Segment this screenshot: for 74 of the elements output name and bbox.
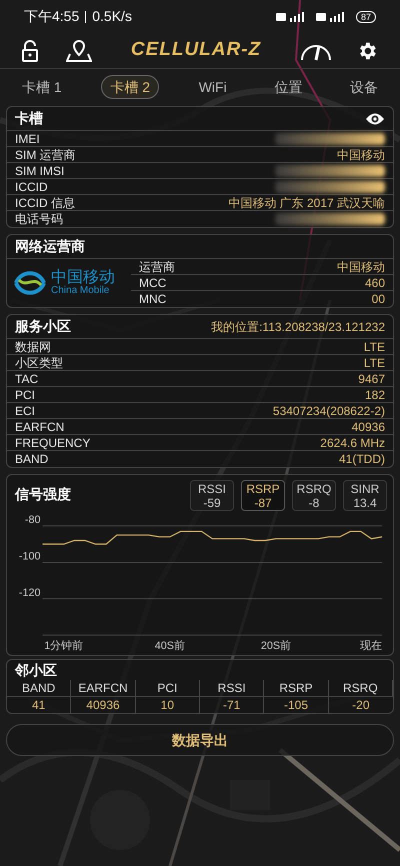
export-button[interactable]: 数据导出 — [6, 724, 394, 756]
x-tick-label: 40S前 — [154, 640, 185, 652]
table-cell: -71 — [200, 697, 264, 713]
row-label: MNC — [139, 291, 166, 307]
row-value: 9467 — [358, 370, 385, 386]
battery-indicator: 87 — [356, 10, 376, 22]
row-value: 182 — [364, 386, 385, 402]
y-tick-label: -80 — [24, 514, 41, 526]
status-time: 下午4:55 — [24, 7, 80, 26]
row-label: SIM 运营商 — [15, 146, 76, 162]
metric-tab[interactable]: RSRQ -8 — [292, 480, 336, 511]
row-label: ECI — [15, 402, 36, 418]
row-label: IMEI — [15, 130, 40, 146]
metric-tab[interactable]: RSSI -59 — [190, 480, 234, 511]
y-tick-label: -120 — [18, 586, 41, 599]
metric-tab[interactable]: RSRP -87 — [241, 480, 285, 511]
operator-logo-text: 中国移动 — [51, 270, 115, 286]
tab[interactable]: 卡槽 2 — [101, 75, 160, 99]
table-cell-text: -20 — [351, 697, 370, 713]
table-cell: 10 — [136, 697, 200, 713]
tab[interactable]: 位置 — [266, 75, 310, 99]
network-speed: 0.5K/s — [92, 7, 132, 26]
location-text: 我的位置:113.208238/23.121232 — [211, 318, 385, 336]
row-value: 53407234(208622-2) — [272, 402, 385, 418]
tab[interactable]: 设备 — [342, 75, 386, 99]
column-header: RSRQ — [328, 680, 393, 697]
row-value: 2624.6 MHz — [320, 434, 385, 450]
app-logo: CELLULAR-Z — [130, 38, 262, 62]
row-value: 中国移动 广东 2017 武汉天喻 — [228, 194, 385, 210]
x-tick-label: 1分钟前 — [44, 640, 84, 652]
table-cell: -105 — [264, 697, 329, 713]
metric-tab[interactable]: SINR 13.4 — [343, 480, 387, 511]
x-tick-label: 现在 — [360, 640, 382, 652]
lock-icon[interactable] — [22, 40, 38, 62]
row-label: MCC — [139, 274, 166, 290]
row-value: 460 — [364, 274, 385, 290]
x-tick-label: 20S前 — [260, 640, 292, 652]
y-tick-label: -100 — [18, 550, 41, 562]
row-value: 40936 — [352, 418, 385, 434]
row-value: LTE — [364, 354, 385, 370]
tab[interactable]: WiFi — [190, 75, 235, 99]
table-cell: 40936 — [71, 697, 136, 713]
row-value: LTE — [364, 338, 385, 354]
row-label: 电话号码 — [15, 211, 63, 227]
card-title: 服务小区 — [15, 317, 71, 336]
tab[interactable]: 卡槽 1 — [14, 75, 70, 99]
card-title: 邻小区 — [15, 660, 57, 680]
column-header: EARFCN — [71, 680, 136, 697]
row-value: 00 — [372, 291, 385, 307]
card-title: 卡槽 — [15, 109, 43, 128]
row-label: 运营商 — [139, 258, 175, 274]
row-label: EARFCN — [15, 418, 64, 434]
column-header: BAND — [7, 680, 72, 697]
row-value: 中国移动 — [337, 258, 385, 274]
row-label: TAC — [15, 370, 38, 386]
eye-icon[interactable] — [365, 112, 385, 126]
operator-logo-subtext: China Mobile — [51, 286, 110, 296]
row-label: ICCID 信息 — [15, 194, 75, 210]
card-title: 信号强度 — [14, 485, 71, 504]
row-label: 数据网 — [15, 338, 51, 354]
row-label: BAND — [15, 451, 48, 467]
row-label: SIM IMSI — [15, 162, 64, 178]
row-label: ICCID — [15, 178, 48, 194]
row-value: 41(TDD) — [338, 451, 385, 467]
row-label: 小区类型 — [15, 354, 63, 370]
column-header: PCI — [136, 680, 200, 697]
row-label: PCI — [15, 386, 36, 402]
table-cell: 41 — [7, 697, 72, 713]
map-pin-icon[interactable] — [66, 40, 92, 62]
column-header: RSRP — [264, 680, 329, 697]
row-label: FREQUENCY — [15, 434, 90, 450]
card-title: 网络运营商 — [15, 237, 85, 256]
row-value: 中国移动 — [337, 146, 385, 162]
column-header: RSSI — [200, 680, 264, 697]
